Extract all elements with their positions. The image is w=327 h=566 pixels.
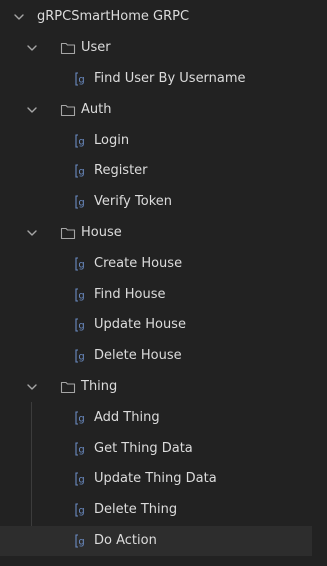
collection-tree: gRPCSmartHome GRPC User g Find User By U…: [0, 0, 327, 566]
method-row[interactable]: g Update House: [0, 310, 312, 340]
method-label: Get Thing Data: [94, 441, 193, 456]
folder-row-user[interactable]: User: [0, 33, 312, 63]
method-row[interactable]: g Find House: [0, 280, 312, 310]
collection-row[interactable]: gRPCSmartHome GRPC: [0, 2, 312, 32]
method-row[interactable]: g Update Thing Data: [0, 464, 312, 494]
chevron-down-icon[interactable]: [12, 10, 26, 24]
svg-text:g: g: [78, 537, 84, 548]
method-label: Delete House: [94, 348, 182, 363]
method-label: Create House: [94, 256, 183, 271]
folder-icon: [60, 102, 76, 118]
folder-label: Auth: [81, 102, 112, 117]
grpc-method-icon: g: [73, 502, 89, 518]
grpc-method-icon: g: [73, 441, 89, 457]
svg-text:g: g: [78, 137, 84, 148]
svg-text:g: g: [78, 414, 84, 425]
collection-name: gRPCSmartHome GRPC: [37, 9, 190, 24]
method-row-selected[interactable]: g Do Action: [0, 526, 312, 556]
folder-icon: [60, 40, 76, 56]
folder-row-house[interactable]: House: [0, 218, 312, 248]
method-label: Update House: [94, 317, 186, 332]
method-label: Find User By Username: [94, 71, 246, 86]
method-label: Register: [94, 163, 148, 178]
method-row[interactable]: g Add Thing: [0, 403, 312, 433]
method-row[interactable]: g Get Thing Data: [0, 434, 312, 464]
method-row[interactable]: g Delete Thing: [0, 495, 312, 525]
svg-text:g: g: [78, 321, 84, 332]
method-row[interactable]: g Find User By Username: [0, 64, 312, 94]
method-label: Verify Token: [94, 194, 172, 209]
grpc-method-icon: g: [73, 163, 89, 179]
folder-icon: [60, 379, 76, 395]
method-label: Do Action: [94, 533, 157, 548]
chevron-down-icon[interactable]: [25, 41, 39, 55]
grpc-method-icon: g: [73, 317, 89, 333]
method-row[interactable]: g Verify Token: [0, 187, 312, 217]
method-row[interactable]: g Delete House: [0, 341, 312, 371]
folder-label: Thing: [81, 379, 118, 394]
svg-text:g: g: [78, 506, 84, 517]
grpc-method-icon: g: [73, 71, 89, 87]
folder-row-auth[interactable]: Auth: [0, 95, 312, 125]
scrollbar[interactable]: [312, 0, 327, 566]
method-row[interactable]: g Register: [0, 156, 312, 186]
method-label: Add Thing: [94, 410, 160, 425]
grpc-method-icon: g: [73, 410, 89, 426]
svg-text:g: g: [78, 352, 84, 363]
svg-text:g: g: [78, 75, 84, 86]
grpc-method-icon: g: [73, 194, 89, 210]
svg-text:g: g: [78, 445, 84, 456]
method-label: Find House: [94, 287, 166, 302]
svg-text:g: g: [78, 291, 84, 302]
method-row[interactable]: g Login: [0, 126, 312, 156]
chevron-down-icon[interactable]: [25, 380, 39, 394]
svg-text:g: g: [78, 198, 84, 209]
svg-text:g: g: [78, 475, 84, 486]
folder-row-thing[interactable]: Thing: [0, 372, 312, 402]
chevron-down-icon[interactable]: [25, 226, 39, 240]
folder-label: User: [81, 40, 111, 55]
grpc-method-icon: g: [73, 471, 89, 487]
grpc-method-icon: g: [73, 133, 89, 149]
grpc-method-icon: g: [73, 256, 89, 272]
folder-label: House: [81, 225, 122, 240]
grpc-method-icon: g: [73, 348, 89, 364]
svg-text:g: g: [78, 167, 84, 178]
grpc-method-icon: g: [73, 287, 89, 303]
folder-icon: [60, 225, 76, 241]
method-label: Update Thing Data: [94, 471, 217, 486]
method-label: Delete Thing: [94, 502, 178, 517]
method-label: Login: [94, 133, 130, 148]
method-row[interactable]: g Create House: [0, 249, 312, 279]
svg-text:g: g: [78, 260, 84, 271]
grpc-method-icon: g: [73, 533, 89, 549]
chevron-down-icon[interactable]: [25, 103, 39, 117]
